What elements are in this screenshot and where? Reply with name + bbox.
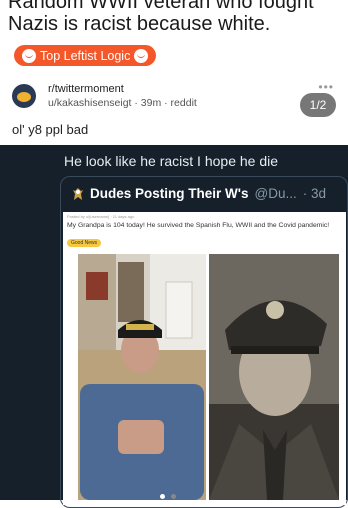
quoted-tweet-header: Dudes Posting Their W's @Du... · 3d [72, 186, 326, 201]
post-flair[interactable]: Top Leftist Logic [14, 45, 157, 66]
inner-post-title: My Grandpa is 104 today! He survived the… [67, 222, 330, 229]
carousel-dot[interactable] [171, 494, 176, 499]
subreddit-name[interactable]: r/twittermoment [48, 83, 124, 95]
gallery-caption: ol' y8 ppl bad [12, 122, 89, 137]
carousel-dots [160, 494, 176, 499]
gallery-pager: 1/2 [300, 93, 336, 117]
tweet-text: He look like he racist I hope he die [64, 153, 279, 169]
quoted-handle: @Du... [254, 186, 297, 201]
smiley-icon [134, 48, 149, 63]
smiley-icon [22, 48, 36, 63]
post-title: Random WWII veteran who fought Nazis is … [8, 0, 314, 35]
post-meta: u/kakashisenseigt · 39m · reddit [48, 97, 197, 109]
flair-label: Top Leftist Logic [40, 48, 131, 63]
quoted-account-name: Dudes Posting Their W's [90, 186, 249, 201]
quoted-age: · 3d [302, 186, 326, 201]
award-badge: Good News [67, 239, 102, 247]
inner-post-meta: Posted by u/[username] · 11 days ago [67, 214, 135, 219]
post-header: r/twittermoment u/kakashisenseigt · 39m … [12, 80, 338, 120]
photo-grandpa-today [78, 254, 206, 500]
photo-grandpa-wwii [209, 254, 339, 500]
more-options-icon[interactable]: ••• [318, 80, 334, 94]
eagle-icon [73, 187, 83, 200]
carousel-dot[interactable] [160, 494, 165, 499]
subreddit-avatar[interactable] [12, 84, 36, 108]
